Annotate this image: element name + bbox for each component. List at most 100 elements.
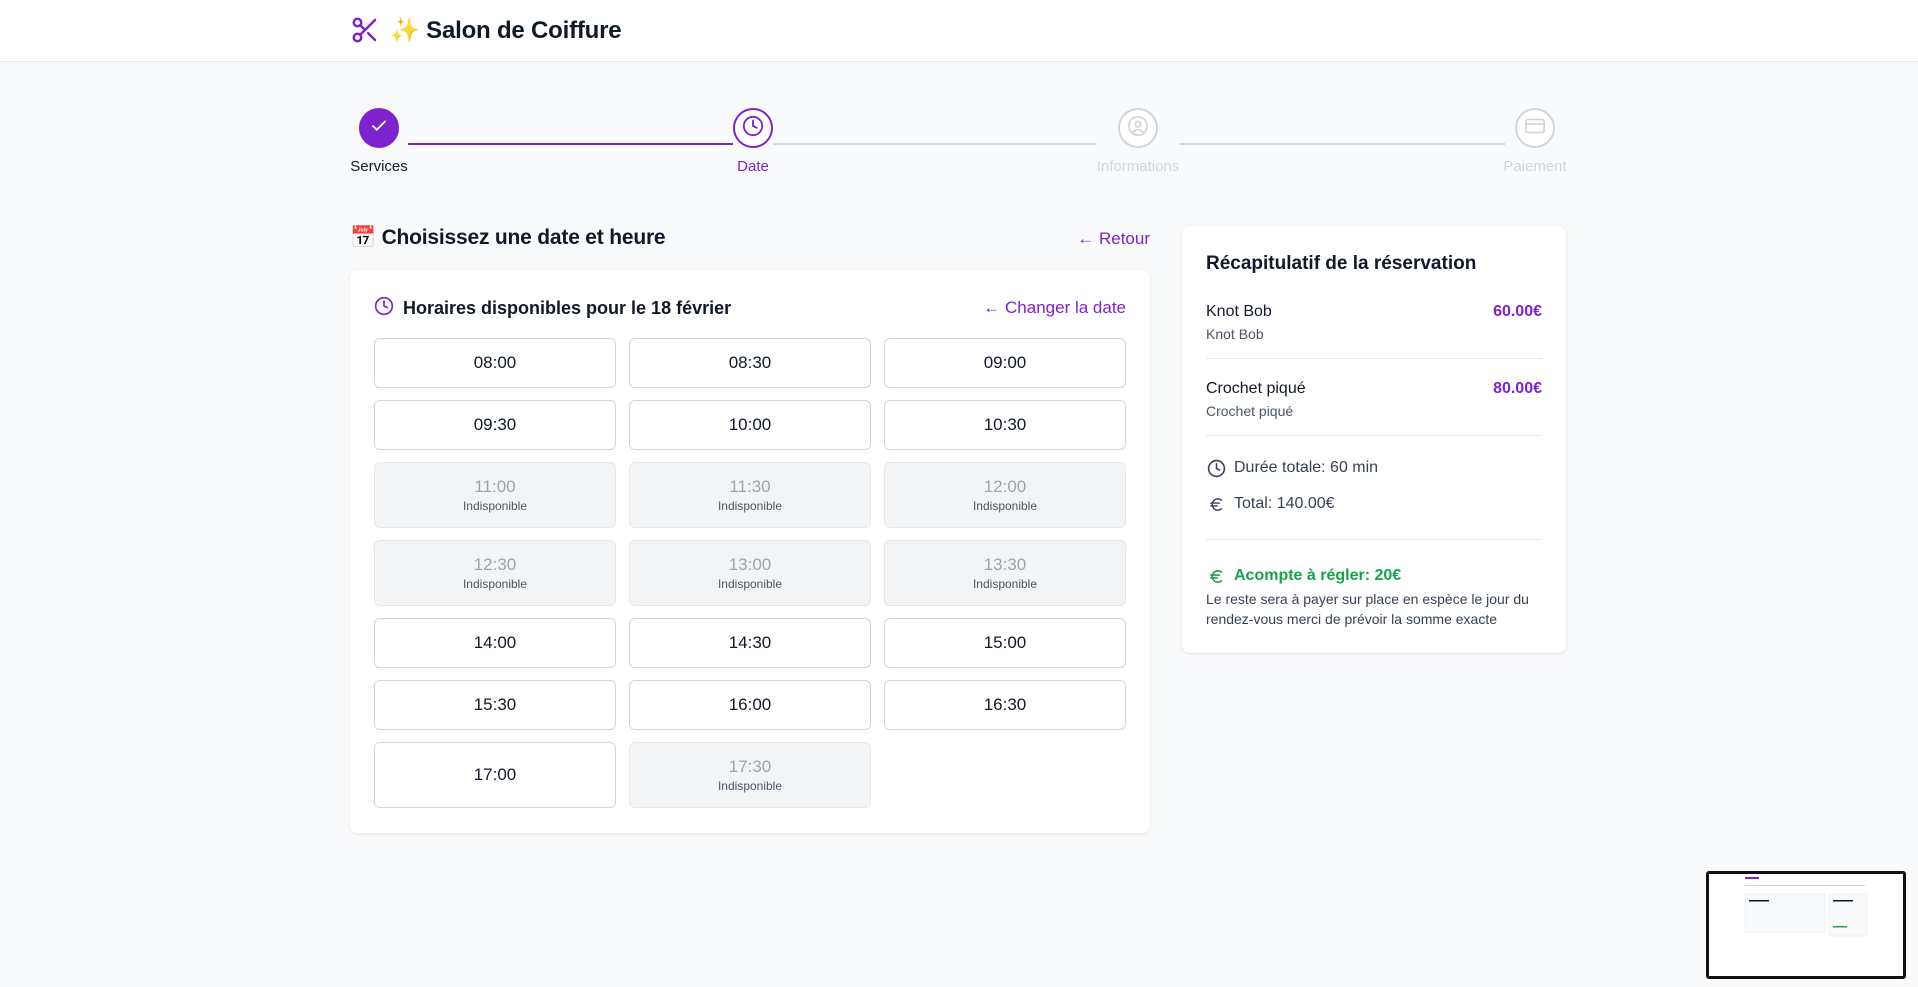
- summary-divider: [1206, 539, 1542, 540]
- brand[interactable]: ✨ Salon de Coiffure: [350, 13, 622, 47]
- app-title: ✨ Salon de Coiffure: [390, 16, 622, 44]
- slot-time: 16:30: [983, 695, 1027, 714]
- slot-time: 14:00: [473, 633, 517, 652]
- slot-time: 09:00: [983, 353, 1027, 372]
- time-slot-button[interactable]: 09:30: [374, 400, 616, 450]
- summary-title: Récapitulatif de la réservation: [1206, 253, 1477, 274]
- slot-time: 15:30: [473, 695, 517, 714]
- time-slot-button: 12:30 Indisponible: [374, 540, 616, 606]
- top-header: ✨ Salon de Coiffure: [0, 0, 1918, 62]
- slot-time: 11:00: [474, 477, 516, 496]
- step-label: Date: [737, 158, 769, 175]
- time-slot-button: 13:00 Indisponible: [629, 540, 871, 606]
- time-slot-button[interactable]: 16:30: [884, 680, 1126, 730]
- time-slot-button: 11:00 Indisponible: [374, 462, 616, 528]
- time-slot-button[interactable]: 16:00: [629, 680, 871, 730]
- service-price: 80.00€: [1493, 380, 1542, 397]
- slot-unavailable-label: Indisponible: [972, 499, 1038, 513]
- slot-time: 15:00: [983, 633, 1027, 652]
- booking-stepper: Services Date Informations Paiement: [350, 108, 1567, 178]
- slot-unavailable-label: Indisponible: [717, 779, 783, 793]
- time-slot-button[interactable]: 08:30: [629, 338, 871, 388]
- slot-time: 08:00: [473, 353, 517, 372]
- slot-time: 12:30: [473, 555, 517, 574]
- step-informations[interactable]: Informations: [1096, 108, 1180, 175]
- clock-icon: [374, 296, 394, 321]
- service-name: Knot Bob: [1206, 303, 1272, 320]
- slot-time: 17:00: [473, 765, 517, 784]
- slot-time: 08:30: [728, 353, 772, 372]
- user-icon: [1127, 115, 1149, 142]
- service-price: 60.00€: [1493, 303, 1542, 320]
- slot-unavailable-label: Indisponible: [717, 577, 783, 591]
- slots-header: Horaires disponibles pour le 18 février …: [374, 296, 1126, 320]
- scissors-icon: [350, 15, 380, 45]
- total-text: Total: 140.00€: [1234, 495, 1335, 512]
- total-price: Total: 140.00€: [1206, 494, 1335, 514]
- step-circle: [359, 108, 399, 148]
- step-circle: [733, 108, 773, 148]
- deposit-note: Le reste sera à payer sur place en espèc…: [1206, 591, 1529, 627]
- total-duration: Durée totale: 60 min: [1206, 458, 1378, 478]
- time-slots-card: Horaires disponibles pour le 18 février …: [350, 270, 1150, 833]
- step-connector-2: [773, 143, 1096, 145]
- time-slot-button[interactable]: 10:00: [629, 400, 871, 450]
- slot-unavailable-label: Indisponible: [462, 499, 528, 513]
- slot-time: 13:30: [983, 555, 1027, 574]
- time-slot-button[interactable]: 10:30: [884, 400, 1126, 450]
- time-slot-button: 12:00 Indisponible: [884, 462, 1126, 528]
- step-connector-3: [1180, 143, 1505, 145]
- step-label: Informations: [1096, 158, 1180, 175]
- step-paiement[interactable]: Paiement: [1503, 108, 1567, 175]
- check-icon: [370, 117, 388, 140]
- deposit-line: Acompte à régler: 20€: [1206, 566, 1401, 586]
- time-slot-button[interactable]: 09:00: [884, 338, 1126, 388]
- step-circle: [1118, 108, 1158, 148]
- back-link[interactable]: ← Retour: [1077, 229, 1150, 249]
- time-slot-button[interactable]: 17:00: [374, 742, 616, 808]
- step-label: Services: [350, 158, 408, 175]
- page-minimap[interactable]: [1706, 871, 1906, 979]
- clock-icon: [1206, 458, 1226, 478]
- date-section-header: 📅 Choisissez une date et heure ← Retour: [350, 224, 1150, 256]
- step-date[interactable]: Date: [723, 108, 783, 175]
- clock-icon: [742, 115, 764, 142]
- booking-summary: Récapitulatif de la réservation Knot Bob…: [1182, 226, 1566, 653]
- time-slot-button[interactable]: 14:30: [629, 618, 871, 668]
- slot-unavailable-label: Indisponible: [717, 499, 783, 513]
- time-slot-grid: 08:00 08:30 09:00 09:30 10:00 10:30 11:00 Indis…: [374, 338, 1126, 808]
- slots-title: Horaires disponibles pour le 18 février: [403, 298, 732, 318]
- slot-time: 10:30: [983, 415, 1027, 434]
- time-slot-button[interactable]: 15:00: [884, 618, 1126, 668]
- slot-time: 09:30: [473, 415, 517, 434]
- time-slot-button: 11:30 Indisponible: [629, 462, 871, 528]
- deposit-text: Acompte à régler: 20€: [1234, 567, 1402, 584]
- slot-time: 13:00: [728, 555, 772, 574]
- summary-service-item: Knot Bob Knot Bob 60.00€: [1206, 303, 1542, 359]
- credit-card-icon: [1524, 115, 1546, 142]
- page-title: 📅 Choisissez une date et heure: [350, 226, 666, 249]
- slot-time: 17:30: [728, 757, 772, 776]
- time-slot-button[interactable]: 15:30: [374, 680, 616, 730]
- step-services[interactable]: Services: [350, 108, 408, 175]
- slot-time: 12:00: [983, 477, 1027, 496]
- duration-text: Durée totale: 60 min: [1234, 459, 1379, 476]
- slot-time: 11:30: [729, 477, 771, 496]
- time-slot-button: 13:30 Indisponible: [884, 540, 1126, 606]
- euro-icon: [1206, 566, 1226, 586]
- euro-icon: [1206, 494, 1226, 514]
- time-slot-button[interactable]: 08:00: [374, 338, 616, 388]
- step-label: Paiement: [1503, 158, 1567, 175]
- minimap-preview: [1709, 874, 1903, 976]
- service-subtitle: Knot Bob: [1206, 326, 1264, 342]
- service-name: Crochet piqué: [1206, 380, 1306, 397]
- summary-service-item: Crochet piqué Crochet piqué 80.00€: [1206, 380, 1542, 436]
- slot-unavailable-label: Indisponible: [972, 577, 1038, 591]
- slot-unavailable-label: Indisponible: [462, 577, 528, 591]
- time-slot-button: 17:30 Indisponible: [629, 742, 871, 808]
- step-connector-1: [408, 143, 733, 145]
- service-subtitle: Crochet piqué: [1206, 403, 1294, 419]
- slot-time: 14:30: [728, 633, 772, 652]
- time-slot-button[interactable]: 14:00: [374, 618, 616, 668]
- change-date-link[interactable]: ← Changer la date: [983, 298, 1126, 318]
